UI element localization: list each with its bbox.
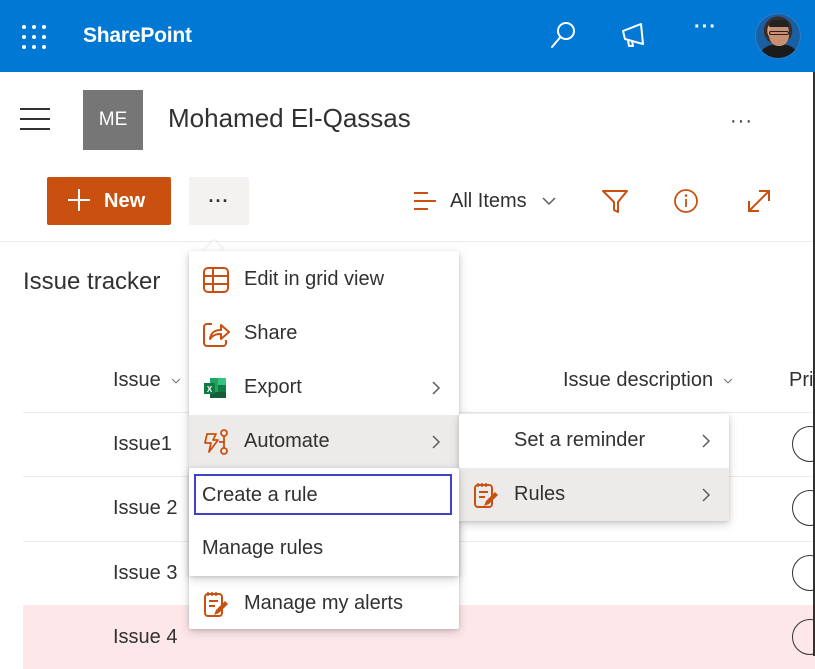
filter-icon[interactable] [600,186,630,216]
column-header-issue-description[interactable]: Issue description [563,369,733,392]
priority-badge [792,490,815,526]
chevron-down-icon [723,378,733,384]
search-icon[interactable] [548,20,578,50]
list-title: Issue tracker [23,268,161,295]
rules-icon [474,483,498,508]
rules-submenu: Create a rule Manage rules [189,468,459,576]
column-header-priority[interactable]: Pri [789,369,813,392]
menu-item-manage-rules[interactable]: Manage rules [189,522,459,576]
grid-icon [203,267,229,293]
menu-item-label: Manage rules [202,537,324,559]
more-icon[interactable]: ··· [694,16,724,46]
suite-bar: SharePoint ··· [0,0,815,72]
share-icon [203,323,230,347]
chevron-down-icon [171,378,180,384]
excel-icon: X [204,378,226,398]
priority-badge [792,555,815,591]
chevron-right-icon [432,435,441,449]
automate-submenu: Set a reminder Rules [459,414,729,521]
automate-icon [204,429,228,455]
view-selector[interactable]: All Items [412,186,557,216]
info-icon[interactable] [671,186,701,216]
navigation-menu-icon[interactable] [20,108,50,130]
menu-item-rules[interactable]: Rules [459,468,729,521]
column-header-label: Issue description [563,369,714,391]
chevron-right-icon [702,488,711,502]
menu-item-label: Automate [244,430,330,452]
app-launcher-icon[interactable] [22,25,46,49]
menu-item-label: Export [244,376,302,398]
command-bar-divider [0,241,815,242]
menu-item-label: Set a reminder [514,429,646,451]
menu-item-label: Create a rule [202,484,318,506]
menu-item-label: Share [244,322,298,344]
column-header-label: Issue [113,369,161,391]
menu-item-manage-alerts[interactable]: Manage my alerts [189,577,459,631]
plus-icon [68,189,90,211]
menu-item-automate[interactable]: Automate [189,415,459,469]
menu-item-set-reminder[interactable]: Set a reminder [459,414,729,468]
alerts-icon [204,592,228,617]
menu-item-share[interactable]: Share [189,307,459,361]
new-button-label: New [104,190,146,212]
menu-item-label: Manage my alerts [244,592,403,614]
issue-cell[interactable]: Issue 4 [113,626,177,649]
issue-cell[interactable]: Issue 2 [113,497,177,520]
new-button[interactable]: New [47,177,171,225]
chevron-down-icon [542,197,556,206]
menu-item-edit-grid[interactable]: Edit in grid view [189,253,459,307]
site-title[interactable]: Mohamed El-Qassas [168,103,411,134]
site-logo[interactable]: ME [83,90,143,150]
expand-icon[interactable] [744,186,774,216]
app-name[interactable]: SharePoint [83,24,192,48]
profile-avatar[interactable] [755,13,801,59]
priority-badge [792,619,815,655]
column-header-issue[interactable]: Issue [113,369,181,392]
menu-item-create-rule[interactable]: Create a rule [189,468,459,522]
more-actions-button[interactable]: ··· [189,177,249,225]
issue-cell[interactable]: Issue 3 [113,562,177,585]
menu-item-export[interactable]: X Export [189,361,459,415]
view-list-icon [414,192,436,210]
svg-text:X: X [207,385,213,394]
site-more-button[interactable]: ··· [730,110,753,133]
menu-item-label: Rules [514,483,566,505]
priority-badge [792,426,815,462]
column-header-label: Pri [789,369,814,391]
announcement-icon[interactable] [619,20,649,50]
menu-item-label: Edit in grid view [244,268,385,290]
chevron-right-icon [432,381,441,395]
chevron-right-icon [702,434,711,448]
issue-cell[interactable]: Issue1 [113,433,172,456]
view-label: All Items [450,189,527,212]
